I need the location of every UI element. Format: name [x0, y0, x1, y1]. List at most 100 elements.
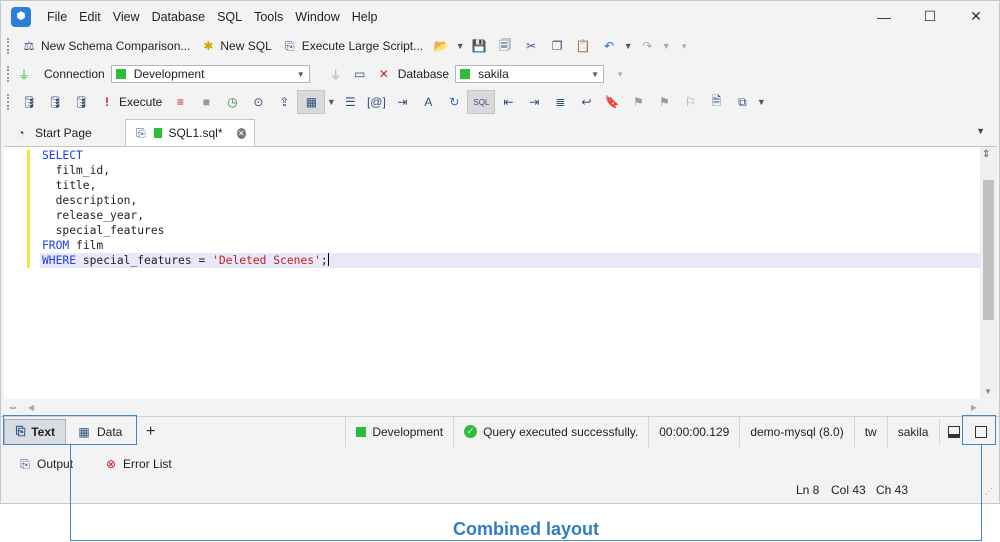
parameters-button[interactable]: [@] — [363, 90, 389, 114]
menu-edit[interactable]: Edit — [73, 10, 107, 24]
execute-current-button[interactable]: ≡ — [167, 90, 193, 114]
toolbar-grip[interactable] — [7, 66, 10, 82]
scroll-down-icon[interactable]: ▼ — [984, 387, 992, 396]
indent-button[interactable]: ⇥ — [389, 90, 415, 114]
toolbar-grip[interactable] — [7, 38, 10, 54]
split-horizontal-icon[interactable]: ⇔ — [8, 402, 18, 413]
save-all-button[interactable]: 🗐 — [492, 34, 518, 58]
menu-view[interactable]: View — [107, 10, 146, 24]
cut-button[interactable]: ✂ — [518, 34, 544, 58]
maximize-icon[interactable]: ☐ — [907, 1, 953, 32]
wrap-button[interactable]: ↩ — [573, 90, 599, 114]
toolbar-overflow-icon[interactable]: ▼ — [755, 97, 767, 107]
code-line[interactable]: release_year, — [40, 208, 980, 223]
app-window: ⬢ File Edit View Database SQL Tools Wind… — [0, 0, 1000, 504]
bookmark-next-button[interactable]: ⚑ — [651, 90, 677, 114]
code-line[interactable]: WHERE special_features = 'Deleted Scenes… — [40, 253, 980, 268]
scrollbar-thumb[interactable] — [983, 180, 994, 320]
menu-tools[interactable]: Tools — [248, 10, 289, 24]
horizontal-scrollbar[interactable]: ⇔ ◀ ▶ — [4, 399, 997, 416]
sql-format-button[interactable]: SQL — [467, 90, 496, 114]
resize-grip-icon[interactable]: ⋰ — [985, 487, 993, 496]
redo-dropdown-icon[interactable]: ▼ — [660, 41, 672, 51]
vertical-scrollbar[interactable]: ⇕ ▼ — [980, 147, 997, 400]
tab-sql1[interactable]: ⎘ SQL1.sql* ✕ — [125, 119, 255, 146]
chevron-down-icon: ▼ — [591, 69, 600, 79]
document-button[interactable]: 🗎 — [703, 90, 729, 114]
execute-button[interactable]: ! Execute — [94, 90, 167, 114]
add-view-button[interactable]: + — [136, 423, 165, 441]
disconnect-icon[interactable]: ✕ — [376, 66, 392, 82]
editor-code[interactable]: SELECT film_id, title, description, rele… — [40, 147, 980, 268]
uncomment-button[interactable]: ⇥ — [521, 90, 547, 114]
toolbar-grip[interactable] — [7, 94, 10, 110]
scroll-left-icon[interactable]: ◀ — [28, 403, 34, 412]
new-schema-comparison-button[interactable]: ⚖ New Schema Comparison... — [16, 34, 195, 58]
execute-icon: ! — [105, 95, 109, 109]
database-button-2[interactable]: 🛢 — [42, 90, 68, 114]
new-window-icon[interactable]: ▭ — [352, 66, 368, 82]
grid-dropdown-icon[interactable]: ▼ — [325, 97, 337, 107]
layout-button[interactable]: ⧉ — [729, 90, 755, 114]
open-folder-icon: 📂 — [433, 39, 449, 53]
status-message-label: Query executed successfully. — [483, 424, 639, 439]
refresh-button[interactable]: ↻ — [441, 90, 467, 114]
code-line[interactable]: SELECT — [40, 148, 980, 163]
minimize-icon[interactable]: — — [861, 1, 907, 32]
grid-layout-button[interactable]: ▦ — [297, 90, 326, 114]
sql-editor[interactable]: SELECT film_id, title, description, rele… — [4, 146, 997, 400]
bookmark-button[interactable]: 🔖 — [599, 90, 625, 114]
toolbar-overflow-icon[interactable]: ▾ — [678, 41, 690, 52]
open-button[interactable]: 📂 — [428, 34, 454, 58]
connection-label: Connection — [44, 67, 105, 81]
paste-button[interactable]: 📋 — [570, 34, 596, 58]
scroll-right-icon[interactable]: ▶ — [971, 403, 977, 412]
code-line[interactable]: special_features — [40, 223, 980, 238]
database-button-1[interactable]: 🛢 — [16, 90, 42, 114]
tabs-dropdown-icon[interactable]: ▼ — [976, 126, 985, 136]
list-icon: ≣ — [555, 95, 566, 109]
save-button[interactable]: 💾 — [466, 34, 492, 58]
code-line[interactable]: FROM film — [40, 238, 980, 253]
status-elapsed: 00:00:00.129 — [648, 416, 739, 447]
stop-button[interactable]: ■ — [193, 90, 219, 114]
profile-button[interactable]: ⊙ — [245, 90, 271, 114]
history-button[interactable]: ◷ — [219, 90, 245, 114]
text-case-button[interactable]: A — [415, 90, 441, 114]
close-icon[interactable]: ✕ — [953, 1, 999, 32]
layout-icon: ⧉ — [738, 94, 747, 109]
bookmark-prev-button[interactable]: ⚑ — [625, 90, 651, 114]
code-line[interactable]: film_id, — [40, 163, 980, 178]
database-select[interactable]: sakila ▼ — [455, 65, 605, 83]
connection-select[interactable]: Development ▼ — [110, 65, 310, 83]
database-button-3[interactable]: 🛢 — [68, 90, 94, 114]
list-button[interactable]: ≣ — [547, 90, 573, 114]
undo-button[interactable]: ↶ — [596, 34, 622, 58]
new-sql-button[interactable]: ✱ New SQL — [195, 34, 276, 58]
status-database-label: sakila — [897, 424, 929, 439]
bookmark-clear-button[interactable]: ⚐ — [677, 90, 703, 114]
execute-large-script-button[interactable]: ⎘ Execute Large Script... — [277, 34, 428, 58]
menu-file[interactable]: File — [41, 10, 73, 24]
code-line[interactable]: description, — [40, 193, 980, 208]
open-dropdown-icon[interactable]: ▼ — [454, 41, 466, 51]
toolbar-overflow-icon[interactable]: ▾ — [614, 69, 626, 80]
menu-database[interactable]: Database — [146, 10, 212, 24]
menu-help[interactable]: Help — [346, 10, 384, 24]
export-button[interactable]: ⇪ — [271, 90, 297, 114]
menu-window[interactable]: Window — [289, 10, 345, 24]
connect-icon[interactable]: ⏚ — [328, 66, 344, 82]
sql-text: title, — [42, 179, 97, 192]
close-tab-icon[interactable]: ✕ — [236, 127, 246, 139]
split-icon[interactable]: ⇕ — [982, 149, 990, 160]
editor-status-bar: ⎘ Text ▦ Data + Development ✓ Query exec… — [1, 416, 999, 447]
comment-button[interactable]: ⇤ — [495, 90, 521, 114]
copy-button[interactable]: ❐ — [544, 34, 570, 58]
code-line[interactable]: title, — [40, 178, 980, 193]
bookmark-icon: 🔖 — [604, 95, 620, 109]
menu-sql[interactable]: SQL — [211, 10, 248, 24]
tab-start-page[interactable]: ◔ Start Page — [5, 119, 123, 146]
undo-dropdown-icon[interactable]: ▼ — [622, 41, 634, 51]
redo-button[interactable]: ↷ — [634, 34, 660, 58]
outline-button[interactable]: ☰ — [337, 90, 363, 114]
